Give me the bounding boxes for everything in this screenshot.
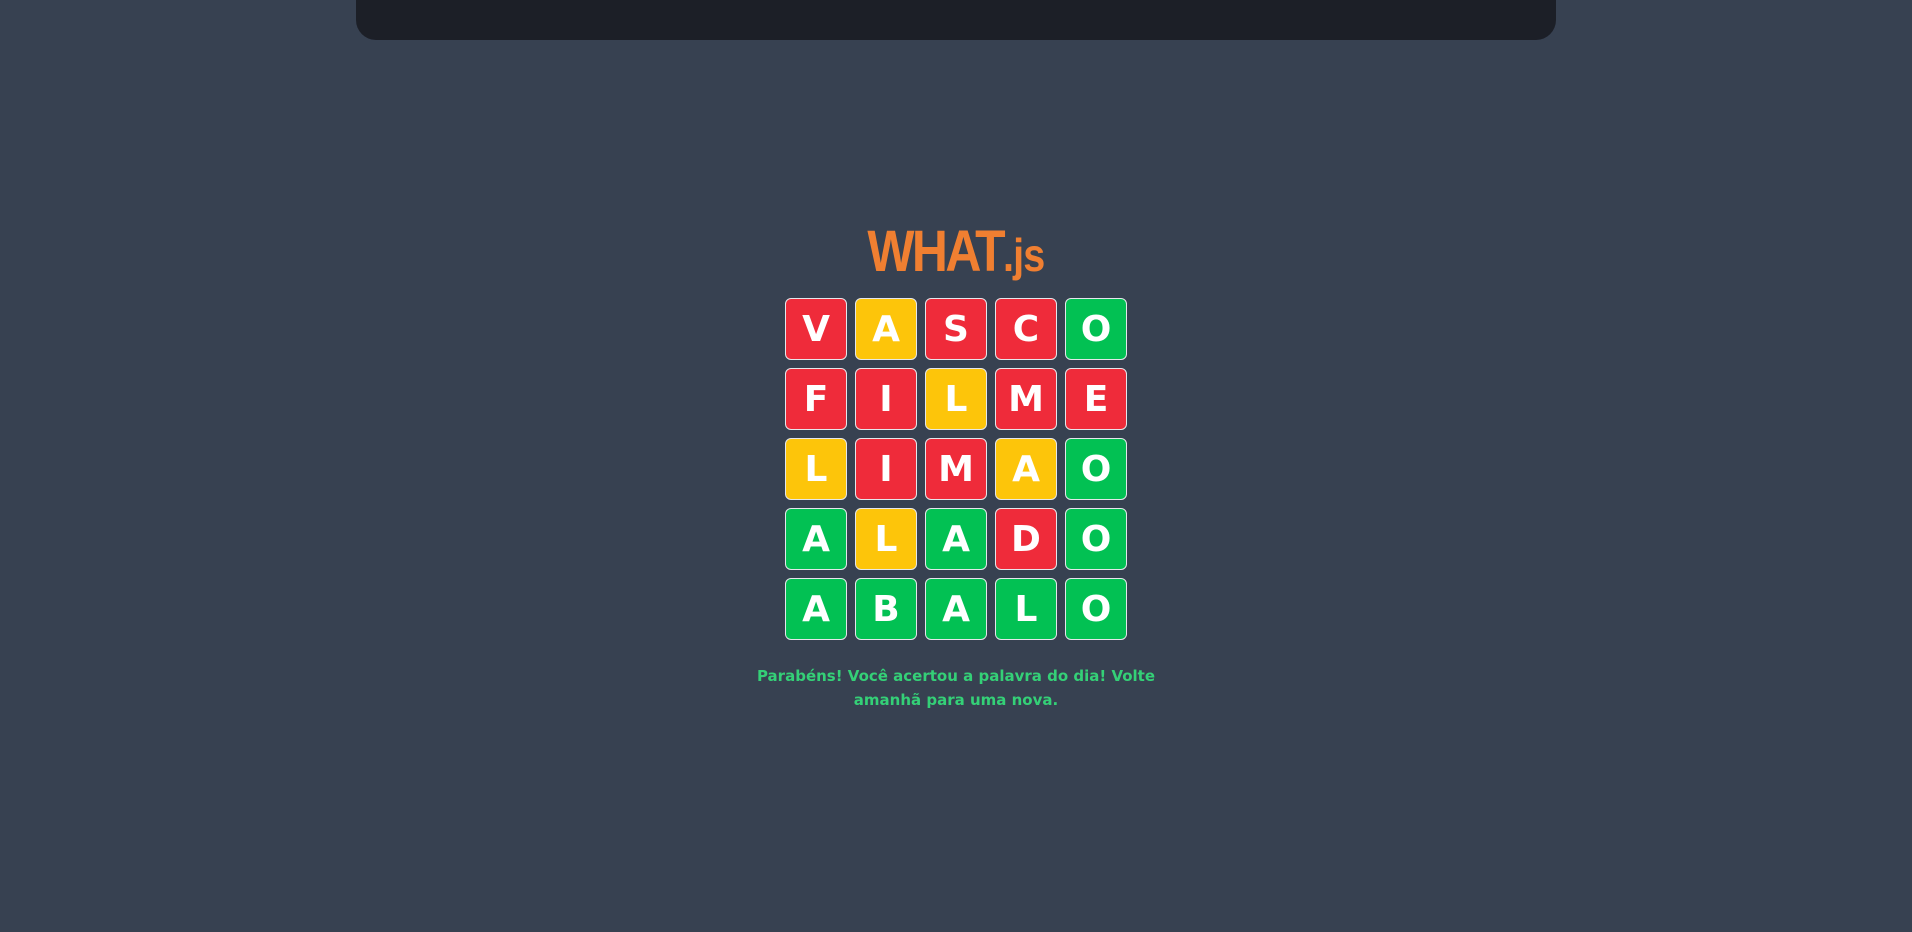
board-row: ABALO	[785, 578, 1127, 640]
top-bar	[356, 0, 1556, 40]
board-row: LIMAO	[785, 438, 1127, 500]
logo-suffix: .js	[1003, 229, 1045, 281]
letter-tile: O	[1065, 298, 1127, 360]
success-message: Parabéns! Você acertou a palavra do dia!…	[756, 667, 1156, 709]
letter-tile: A	[995, 438, 1057, 500]
logo-main: WHAT	[867, 219, 1005, 284]
board-row: ALADO	[785, 508, 1127, 570]
letter-tile: L	[995, 578, 1057, 640]
letter-tile: I	[855, 368, 917, 430]
letter-tile: I	[855, 438, 917, 500]
letter-tile: A	[925, 578, 987, 640]
letter-tile: M	[925, 438, 987, 500]
letter-tile: L	[855, 508, 917, 570]
letter-tile: L	[785, 438, 847, 500]
letter-tile: A	[785, 578, 847, 640]
game-container: WHAT.js VASCOFILMELIMAOALADOABALO Parabé…	[0, 220, 1912, 712]
letter-tile: A	[785, 508, 847, 570]
letter-tile: O	[1065, 438, 1127, 500]
letter-tile: C	[995, 298, 1057, 360]
board-row: FILME	[785, 368, 1127, 430]
letter-tile: B	[855, 578, 917, 640]
board-row: VASCO	[785, 298, 1127, 360]
letter-tile: L	[925, 368, 987, 430]
letter-tile: O	[1065, 578, 1127, 640]
letter-tile: A	[855, 298, 917, 360]
letter-tile: V	[785, 298, 847, 360]
letter-tile: S	[925, 298, 987, 360]
letter-tile: O	[1065, 508, 1127, 570]
letter-tile: M	[995, 368, 1057, 430]
letter-tile: A	[925, 508, 987, 570]
letter-tile: E	[1065, 368, 1127, 430]
logo: WHAT.js	[867, 219, 1045, 284]
letter-tile: D	[995, 508, 1057, 570]
game-board: VASCOFILMELIMAOALADOABALO	[785, 298, 1127, 640]
letter-tile: F	[785, 368, 847, 430]
